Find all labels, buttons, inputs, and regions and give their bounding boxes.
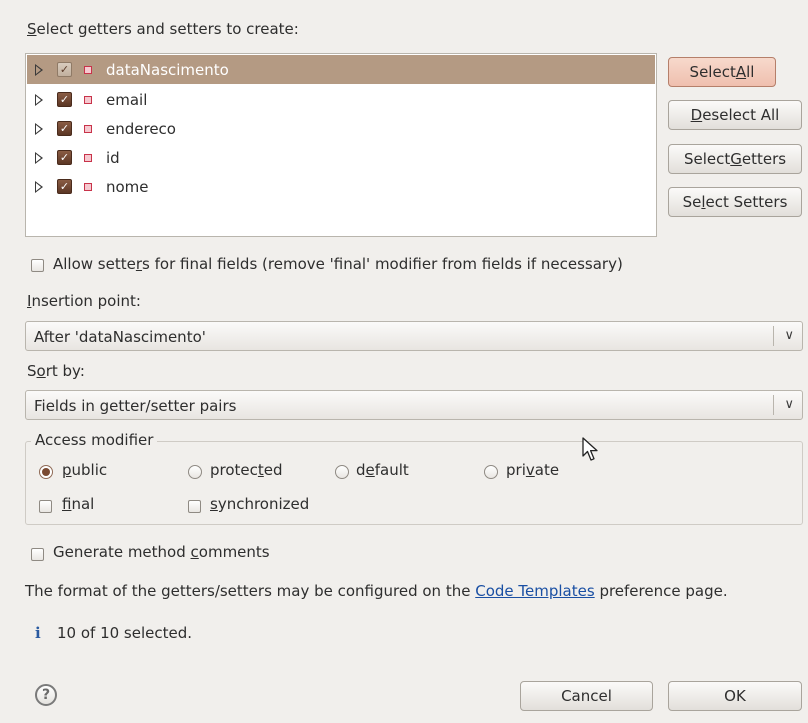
access-modifier-group	[25, 441, 803, 525]
generate-comments-checkbox[interactable]	[31, 548, 44, 561]
expand-triangle-icon[interactable]	[35, 63, 43, 76]
field-icon	[84, 124, 92, 133]
protected-label: protected	[210, 461, 283, 479]
protected-radio[interactable]	[188, 465, 202, 479]
combo-separator	[773, 395, 774, 415]
field-name: email	[106, 90, 148, 109]
tree-row-endereco[interactable]: ✓ endereco	[27, 114, 655, 143]
expand-triangle-icon[interactable]	[35, 93, 43, 106]
tree-row-datanascimento[interactable]: ✓ dataNascimento	[27, 55, 655, 84]
field-icon	[84, 182, 92, 191]
field-icon	[84, 65, 92, 74]
fields-tree[interactable]: ✓ dataNascimento ✓ email ✓ endereco ✓ id…	[25, 53, 657, 237]
access-modifier-title: Access modifier	[31, 431, 158, 449]
tree-row-nome[interactable]: ✓ nome	[27, 172, 655, 201]
allow-setters-label: Allow setters for final fields (remove '…	[53, 255, 623, 273]
private-radio[interactable]	[484, 465, 498, 479]
sort-by-value: Fields in getter/setter pairs	[34, 397, 237, 415]
insertion-point-select[interactable]: After 'dataNascimento' ∨	[25, 321, 803, 351]
dropdown-arrow-icon[interactable]: ∨	[784, 328, 794, 343]
synchronized-checkbox[interactable]	[188, 500, 201, 513]
public-label: public	[62, 461, 108, 479]
expand-triangle-icon[interactable]	[35, 151, 43, 164]
default-radio[interactable]	[335, 465, 349, 479]
checkbox-icon[interactable]: ✓	[57, 121, 72, 136]
synchronized-label: synchronized	[210, 495, 310, 513]
insertion-point-label: Insertion point:	[27, 292, 141, 310]
field-icon	[84, 153, 92, 162]
checkbox-icon[interactable]: ✓	[57, 179, 72, 194]
final-checkbox[interactable]	[39, 500, 52, 513]
code-templates-link[interactable]: Code Templates	[475, 582, 594, 600]
field-name: id	[106, 148, 120, 167]
ok-button[interactable]: OK	[668, 681, 802, 711]
expand-triangle-icon[interactable]	[35, 180, 43, 193]
allow-setters-checkbox[interactable]	[31, 259, 44, 272]
field-name: nome	[106, 177, 149, 196]
info-text: The format of the getters/setters may be…	[25, 582, 728, 600]
select-getters-button[interactable]: Select Getters	[668, 144, 802, 174]
default-label: default	[356, 461, 409, 479]
dropdown-arrow-icon[interactable]: ∨	[784, 397, 794, 412]
public-radio[interactable]	[39, 465, 53, 479]
field-name: endereco	[106, 119, 176, 138]
field-icon	[84, 95, 92, 104]
select-setters-button[interactable]: Se l ect Setters	[668, 187, 802, 217]
expand-triangle-icon[interactable]	[35, 122, 43, 135]
field-list-header: Select getters and setters to create:	[27, 20, 299, 38]
sort-by-label: Sort by:	[27, 362, 85, 380]
checkbox-icon[interactable]: ✓	[57, 62, 72, 77]
cancel-button[interactable]: Cancel	[520, 681, 653, 711]
select-all-button[interactable]: Select All	[668, 57, 776, 87]
combo-separator	[773, 326, 774, 346]
checkbox-icon[interactable]: ✓	[57, 150, 72, 165]
tree-row-id[interactable]: ✓ id	[27, 143, 655, 172]
mouse-cursor-icon	[582, 437, 598, 461]
sort-by-select[interactable]: Fields in getter/setter pairs ∨	[25, 390, 803, 420]
info-icon: i	[35, 624, 41, 642]
deselect-all-button[interactable]: Deselect All	[668, 100, 802, 130]
checkbox-icon[interactable]: ✓	[57, 92, 72, 107]
help-icon[interactable]: ?	[35, 684, 57, 706]
field-name: dataNascimento	[106, 60, 229, 79]
tree-row-email[interactable]: ✓ email	[27, 85, 655, 114]
generate-comments-label: Generate method comments	[53, 543, 270, 561]
status-text: 10 of 10 selected.	[57, 624, 193, 642]
final-label: final	[62, 495, 95, 513]
private-label: private	[506, 461, 560, 479]
insertion-point-value: After 'dataNascimento'	[34, 328, 206, 346]
